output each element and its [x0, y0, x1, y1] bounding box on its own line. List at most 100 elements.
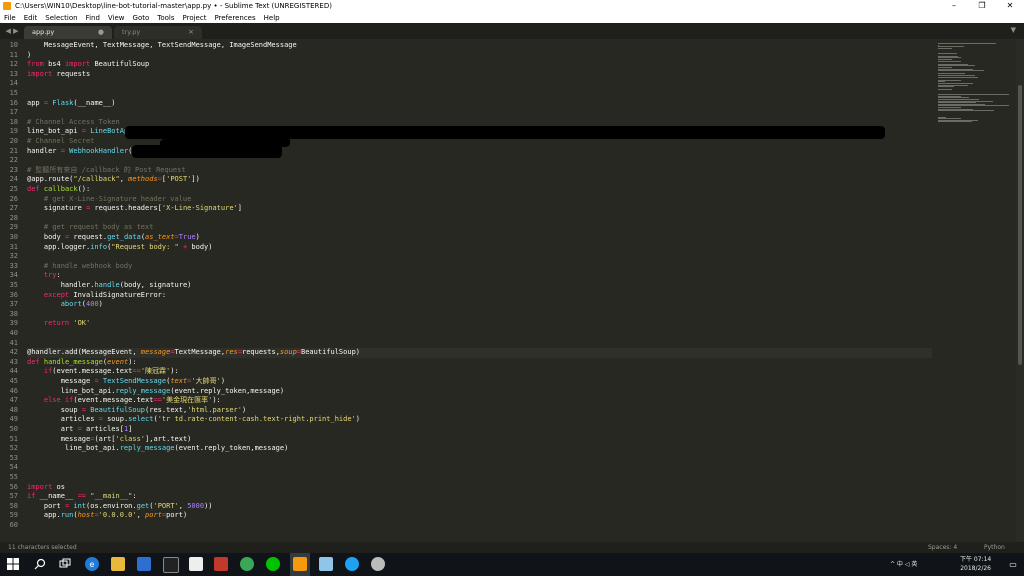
- code-line[interactable]: handler.handle(body, signature): [27, 281, 192, 291]
- code-token: request.headers[: [90, 204, 162, 213]
- menu-file[interactable]: File: [0, 14, 20, 22]
- search-icon[interactable]: [33, 557, 47, 571]
- code-line[interactable]: app = Flask(__name__): [27, 99, 116, 109]
- code-line[interactable]: abort(400): [27, 300, 103, 310]
- chrome-icon[interactable]: [240, 557, 254, 571]
- code-token: ]: [237, 204, 242, 213]
- system-tray[interactable]: ^ 中 ◁ 英: [890, 553, 917, 576]
- tab-close-icon[interactable]: ×: [188, 26, 194, 39]
- code-line[interactable]: def handle_message(event):: [27, 358, 137, 368]
- menu-selection[interactable]: Selection: [41, 14, 81, 22]
- code-line[interactable]: message=(art['class'],art.text): [27, 435, 192, 445]
- code-line[interactable]: # Channel Secret: [27, 137, 94, 147]
- line-number: 43: [9, 357, 18, 366]
- code-token: __name__: [35, 492, 78, 501]
- code-line[interactable]: @app.route("/callback", methods=['POST']…: [27, 175, 200, 185]
- minimap-line: [938, 76, 978, 78]
- code-token: (__name__): [73, 98, 116, 107]
- code-line[interactable]: MessageEvent, TextMessage, TextSendMessa…: [27, 41, 297, 51]
- tray-icons[interactable]: ^ 中 ◁ 英: [890, 561, 917, 568]
- menu-edit[interactable]: Edit: [20, 14, 42, 22]
- code-line[interactable]: import os: [27, 483, 65, 493]
- menu-help[interactable]: Help: [260, 14, 284, 22]
- code-editor[interactable]: 10 11 12 13 14 15 16 17 18 19 20 21 22 23 24 25 26 27 28 29…: [0, 39, 1016, 542]
- maximize-button[interactable]: ❐: [968, 0, 996, 12]
- code-line[interactable]: if(event.message.text=='陳冠霖'):: [27, 367, 179, 377]
- notification-icon[interactable]: ▭: [1006, 557, 1020, 571]
- code-token: methods: [128, 175, 158, 184]
- code-line[interactable]: port = int(os.environ.get('PORT', 5000)): [27, 502, 213, 512]
- code-line[interactable]: if __name__ == "__main__":: [27, 492, 137, 502]
- code-line[interactable]: # handle webhook body: [27, 262, 133, 272]
- code-line[interactable]: # get request body as text: [27, 223, 154, 233]
- store-icon[interactable]: [137, 557, 151, 571]
- code-line[interactable]: except InvalidSignatureError:: [27, 291, 166, 301]
- code-line[interactable]: from bs4 import BeautifulSoup: [27, 60, 149, 70]
- minimap[interactable]: [936, 39, 1016, 542]
- syntax-selector[interactable]: Python: [984, 542, 1005, 553]
- sublime-taskbar-icon[interactable]: [293, 557, 307, 571]
- indentation-selector[interactable]: Spaces: 4: [928, 542, 957, 553]
- unsaved-dot-icon[interactable]: ●: [98, 26, 104, 39]
- code-token: (event.message.text: [52, 367, 133, 376]
- menu-goto[interactable]: Goto: [129, 14, 154, 22]
- vertical-scrollbar[interactable]: [1016, 39, 1024, 542]
- network-app-icon[interactable]: [371, 557, 385, 571]
- code-line[interactable]: signature = request.headers['X-Line-Sign…: [27, 204, 242, 214]
- minimap-line: [938, 43, 996, 44]
- code-line[interactable]: ): [27, 51, 31, 61]
- notepad-icon[interactable]: [319, 557, 333, 571]
- code-line[interactable]: @handler.add(MessageEvent, message=TextM…: [27, 348, 932, 358]
- chat-app-icon[interactable]: [345, 557, 359, 571]
- file-explorer-icon[interactable]: [111, 557, 125, 571]
- task-view-icon[interactable]: [58, 557, 72, 571]
- code-line[interactable]: art = articles[1]: [27, 425, 133, 435]
- code-line[interactable]: line_bot_api.reply_message(event.reply_t…: [27, 387, 284, 397]
- terminal-icon[interactable]: [163, 557, 179, 573]
- line-number: 13: [9, 69, 18, 78]
- code-line[interactable]: handler = WebhookHandler(: [27, 147, 132, 157]
- code-area[interactable]: MessageEvent, TextMessage, TextSendMessa…: [27, 39, 932, 542]
- code-line[interactable]: line_bot_api.reply_message(event.reply_t…: [27, 444, 288, 454]
- code-token: articles: [27, 415, 99, 424]
- line-app-icon[interactable]: [266, 557, 280, 571]
- code-line[interactable]: app.logger.info("Request body: " + body): [27, 243, 213, 253]
- tab-app-py[interactable]: app.py ●: [24, 26, 112, 39]
- tab-try-py[interactable]: try.py ×: [114, 26, 202, 39]
- code-line[interactable]: app.run(host='0.0.0.0', port=port): [27, 511, 187, 521]
- code-line[interactable]: articles = soup.select('tr td.rate-conte…: [27, 415, 360, 425]
- code-line[interactable]: else if(event.message.text=='美金現在匯率'):: [27, 396, 221, 406]
- menu-view[interactable]: View: [104, 14, 129, 22]
- menu-tools[interactable]: Tools: [153, 14, 178, 22]
- app-red-icon[interactable]: [214, 557, 228, 571]
- clock[interactable]: 下午 07:14 2018/2/26: [960, 555, 991, 575]
- line-number: 12: [9, 60, 18, 69]
- code-line[interactable]: body = request.get_data(as_text=True): [27, 233, 200, 243]
- scrollbar-thumb[interactable]: [1018, 85, 1022, 365]
- code-token: True: [178, 233, 196, 241]
- code-line[interactable]: line_bot_api = LineBotApi(: [27, 127, 137, 137]
- code-line[interactable]: # Channel Access Token: [27, 118, 120, 128]
- code-line[interactable]: soup = BeautifulSoup(res.text,'html.pars…: [27, 406, 247, 416]
- tab-nav-arrows-icon[interactable]: ◀ ▶: [0, 23, 24, 39]
- code-line[interactable]: import requests: [27, 70, 90, 80]
- code-line[interactable]: # 監聽所有來自 /callback 的 Post Request: [27, 166, 186, 176]
- windows-start-icon[interactable]: [6, 557, 20, 571]
- code-line[interactable]: def callback():: [27, 185, 90, 195]
- code-line[interactable]: try:: [27, 271, 61, 281]
- menu-project[interactable]: Project: [179, 14, 211, 22]
- line-number: 51: [9, 434, 18, 443]
- mail-icon[interactable]: [189, 557, 203, 571]
- code-line[interactable]: # get X-Line-Signature header value: [27, 195, 192, 205]
- menu-find[interactable]: Find: [82, 14, 104, 22]
- edge-browser-icon[interactable]: e: [85, 557, 99, 571]
- line-number: 28: [9, 213, 18, 222]
- menu-preferences[interactable]: Preferences: [210, 14, 259, 22]
- code-line[interactable]: return 'OK': [27, 319, 90, 329]
- code-line[interactable]: message = TextSendMessage(text='大帥哥'): [27, 377, 225, 387]
- close-button[interactable]: ✕: [996, 0, 1024, 12]
- minimize-button[interactable]: –: [940, 0, 968, 12]
- tab-dropdown-icon[interactable]: ▼: [1011, 26, 1016, 34]
